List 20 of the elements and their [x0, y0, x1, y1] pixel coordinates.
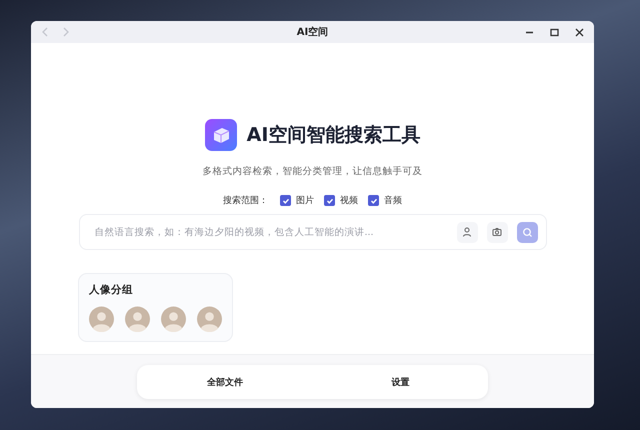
maximize-icon[interactable] [550, 28, 559, 36]
window-title: AI空间 [296, 26, 328, 39]
scope-label: 搜索范围： [223, 194, 268, 207]
nav-button[interactable]: 全部文件 [137, 365, 312, 399]
search-field[interactable]: 自然语言搜索，如：有海边夕阳的视频，包含人工智能的演讲... [78, 214, 546, 250]
app-title: AI空间智能搜索工具 [246, 123, 420, 148]
person-icon[interactable] [456, 222, 478, 242]
card-title: 人像分组 [89, 283, 134, 297]
checkbox[interactable] [368, 195, 379, 206]
app-logo-icon [204, 119, 237, 151]
search-icon [522, 226, 532, 238]
checkbox-label[interactable]: 音频 [384, 194, 402, 207]
app-subtitle: 多格式内容检索，智能分类管理，让信息触手可及 [202, 165, 422, 178]
checkbox[interactable] [280, 195, 291, 206]
checkbox[interactable] [324, 195, 335, 206]
close-icon[interactable] [575, 28, 584, 36]
nav-button[interactable]: 设置 [312, 365, 488, 399]
checkbox-label[interactable]: 图片 [296, 194, 314, 207]
camera-icon[interactable] [486, 222, 508, 242]
checkbox-label[interactable]: 视频 [340, 194, 358, 207]
